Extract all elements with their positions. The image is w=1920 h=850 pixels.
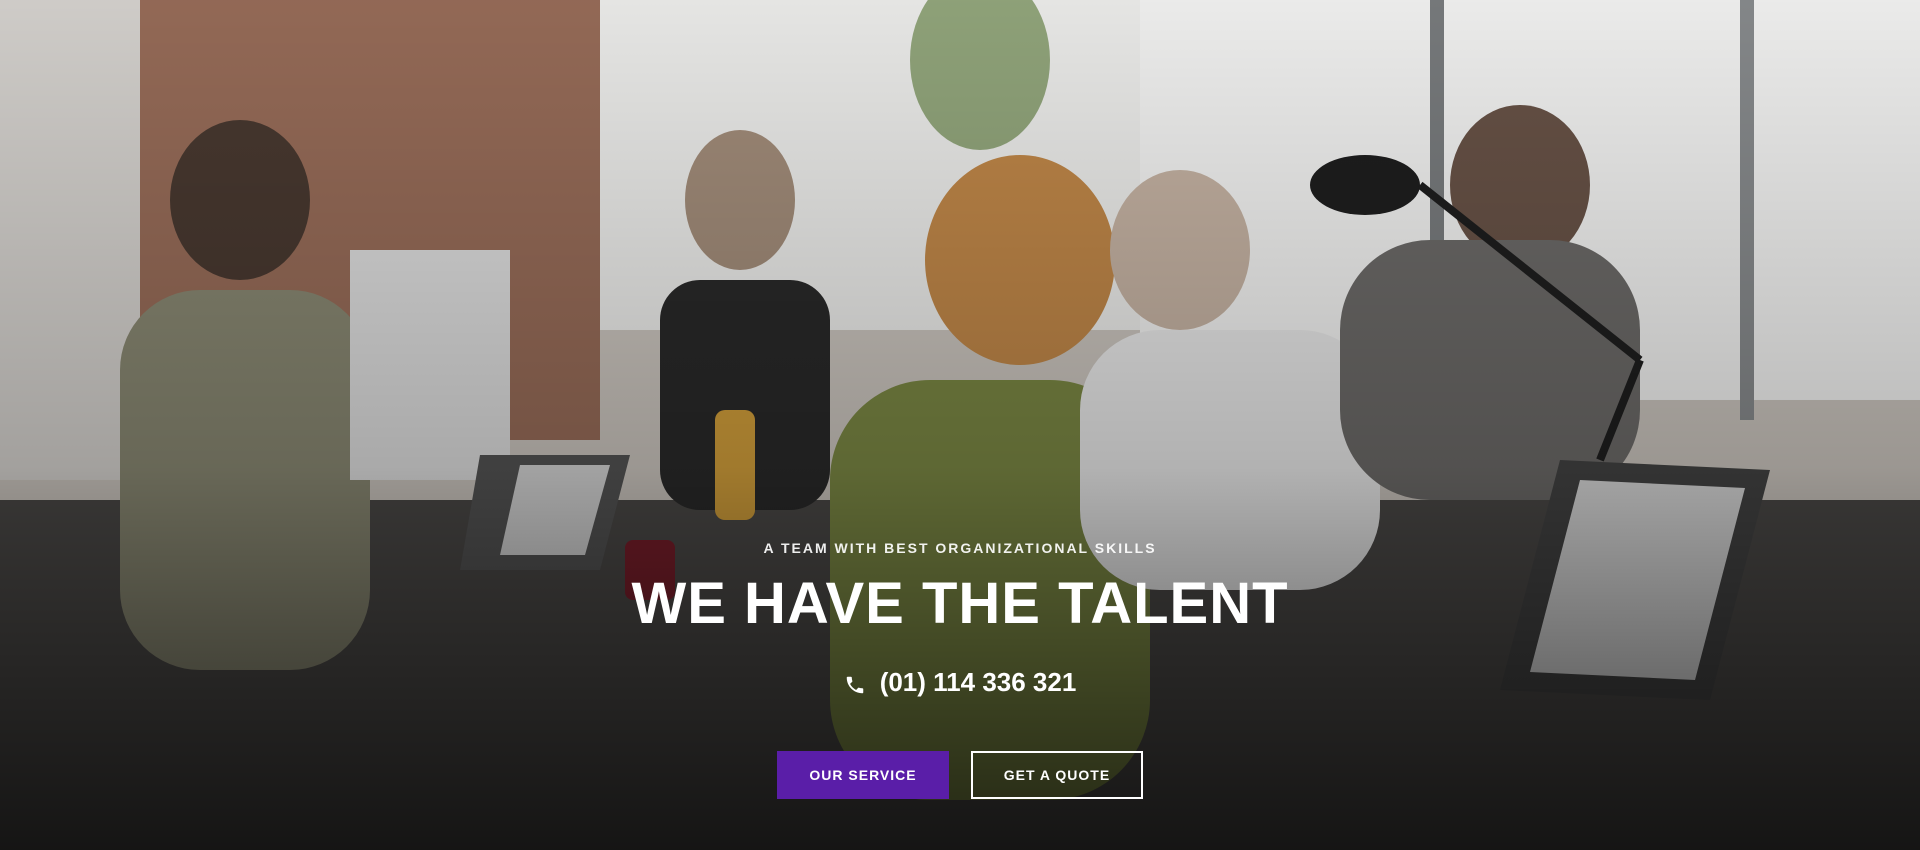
phone-glyph — [846, 676, 863, 693]
hero-headline: WE HAVE THE TALENT — [631, 571, 1289, 636]
hero-kicker: A TEAM WITH BEST ORGANIZATIONAL SKILLS — [763, 540, 1157, 556]
hero-content: A TEAM WITH BEST ORGANIZATIONAL SKILLS W… — [0, 540, 1920, 799]
hero-section: A TEAM WITH BEST ORGANIZATIONAL SKILLS W… — [0, 0, 1920, 850]
phone-number: (01) 114 336 321 — [879, 667, 1077, 697]
phone-contact[interactable]: (01) 114 336 321 — [844, 667, 1077, 698]
get-a-quote-button[interactable]: GET A QUOTE — [971, 750, 1143, 799]
phone-icon — [844, 672, 866, 694]
our-service-button[interactable]: OUR SERVICE — [777, 750, 949, 799]
hero-buttons: OUR SERVICE GET A QUOTE — [0, 750, 1920, 799]
